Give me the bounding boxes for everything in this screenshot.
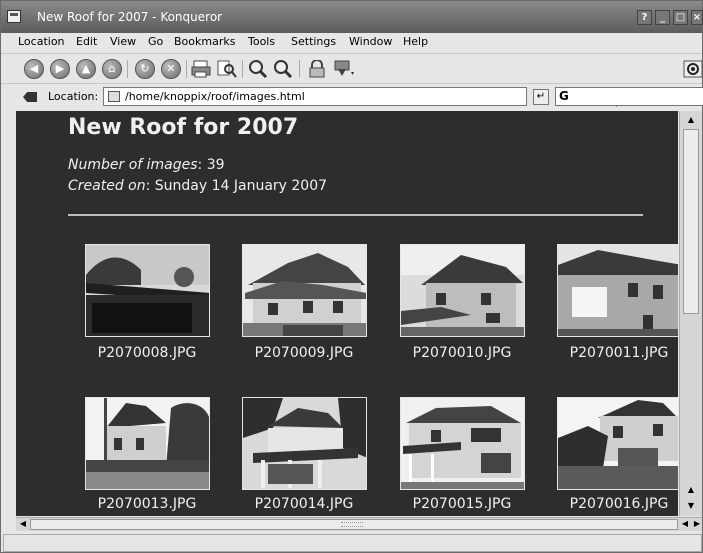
go-button[interactable]: ↵ (533, 89, 549, 105)
menu-bar: Location Edit View Go Bookmarks Tools Se… (1, 33, 702, 52)
menu-window[interactable]: Window (349, 35, 392, 48)
close-button[interactable]: × (691, 10, 703, 25)
location-input[interactable]: /home/knoppix/roof/images.html ▼ (103, 87, 628, 107)
thumbnail-caption[interactable]: P2070009.JPG (234, 345, 374, 361)
thumbnail-caption[interactable]: P2070008.JPG (77, 345, 217, 361)
zoom-in-icon[interactable] (248, 60, 268, 79)
thumbnail-caption[interactable]: P2070010.JPG (392, 345, 532, 361)
scroll-up-icon[interactable]: ▲ (684, 113, 698, 127)
image-count-label: Number of images (68, 157, 198, 173)
menu-view[interactable]: View (110, 35, 136, 48)
search-input[interactable]: G (555, 87, 703, 106)
zoom-out-icon[interactable] (273, 60, 293, 79)
scroll-right-icon[interactable]: ▶ (691, 518, 703, 530)
window-title: New Roof for 2007 - Konqueror (37, 10, 223, 24)
created-on-line: Created on: Sunday 14 January 2007 (68, 178, 327, 194)
thumbnail-caption[interactable]: P2070013.JPG (77, 496, 217, 512)
image-count-line: Number of images: 39 (68, 157, 225, 173)
toolbar-separator (242, 60, 243, 78)
thumbnail-image[interactable] (400, 397, 525, 490)
home-icon[interactable]: ⌂ (102, 59, 122, 79)
horizontal-scrollbar[interactable]: ◀ ◀ ▶ (16, 517, 702, 531)
location-url[interactable]: /home/knoppix/roof/images.html (125, 90, 305, 103)
scroll-left-icon[interactable]: ◀ (17, 518, 29, 530)
vertical-scroll-thumb[interactable] (683, 129, 699, 314)
divider (68, 214, 643, 216)
search-engine-icon[interactable]: G (559, 89, 569, 103)
clear-location-icon[interactable] (23, 92, 37, 102)
thumbnail-image[interactable] (400, 244, 525, 337)
toolbar-separator (299, 60, 300, 78)
menu-go[interactable]: Go (148, 35, 163, 48)
scroll-left-right-icon[interactable]: ◀ (679, 518, 691, 530)
lock-icon[interactable] (307, 59, 327, 78)
help-button[interactable]: ? (637, 10, 652, 25)
location-label: Location: (48, 90, 99, 103)
created-on-value: : Sunday 14 January 2007 (145, 178, 328, 194)
menu-tools[interactable]: Tools (248, 35, 275, 48)
toolbar-separator (186, 60, 187, 78)
page-favicon-icon (108, 91, 120, 102)
thumbnail-image[interactable] (85, 397, 210, 490)
minimize-button[interactable]: _ (655, 10, 670, 25)
page-title: New Roof for 2007 (68, 115, 299, 140)
thumbnail-caption[interactable]: P2070015.JPG (392, 496, 532, 512)
reload-icon[interactable]: ↻ (135, 59, 155, 79)
stop-icon[interactable]: ✕ (161, 59, 181, 79)
back-icon[interactable]: ◀ (24, 59, 44, 79)
toolbar-separator (127, 60, 128, 78)
thumbnail-image[interactable] (242, 397, 367, 490)
menu-bookmarks[interactable]: Bookmarks (174, 35, 235, 48)
scroll-down-icon[interactable]: ▼ (684, 499, 698, 513)
thumbnail-caption[interactable]: P2070014.JPG (234, 496, 374, 512)
konqueror-window: New Roof for 2007 - Konqueror ? _ □ × Lo… (0, 0, 703, 553)
thumbnail-image[interactable] (85, 244, 210, 337)
scroll-up-bottom-icon[interactable]: ▲ (684, 483, 698, 497)
location-bar: Location: /home/knoppix/roof/images.html… (1, 83, 703, 109)
konqueror-gear-icon[interactable] (683, 60, 703, 78)
print-icon[interactable] (191, 60, 211, 78)
scroll-grip (341, 522, 363, 527)
html-view: New Roof for 2007 Number of images: 39 C… (16, 111, 678, 516)
horizontal-scroll-thumb[interactable] (30, 519, 678, 530)
vertical-scrollbar[interactable]: ▲ ▲ ▼ (679, 111, 702, 516)
thumbnail-image[interactable] (557, 397, 678, 490)
menu-help[interactable]: Help (403, 35, 428, 48)
download-icon[interactable] (333, 60, 354, 78)
menu-settings[interactable]: Settings (291, 35, 336, 48)
status-bar (3, 534, 702, 552)
app-menu-icon[interactable] (7, 10, 21, 23)
find-icon[interactable] (217, 60, 237, 78)
forward-icon[interactable]: ▶ (50, 59, 70, 79)
thumbnail-image[interactable] (242, 244, 367, 337)
thumbnail-caption[interactable]: P2070016.JPG (549, 496, 678, 512)
main-toolbar: ◀ ▶ ▲ ⌂ ↻ ✕ (1, 53, 703, 83)
created-on-label: Created on (68, 178, 146, 194)
menu-edit[interactable]: Edit (76, 35, 97, 48)
menu-location[interactable]: Location (18, 35, 65, 48)
up-icon[interactable]: ▲ (76, 59, 96, 79)
thumbnail-caption[interactable]: P2070011.JPG (549, 345, 678, 361)
title-bar[interactable]: New Roof for 2007 - Konqueror ? _ □ × (1, 1, 703, 33)
maximize-button[interactable]: □ (673, 10, 688, 25)
thumbnail-image[interactable] (557, 244, 678, 337)
image-count-value: : 39 (197, 157, 225, 173)
